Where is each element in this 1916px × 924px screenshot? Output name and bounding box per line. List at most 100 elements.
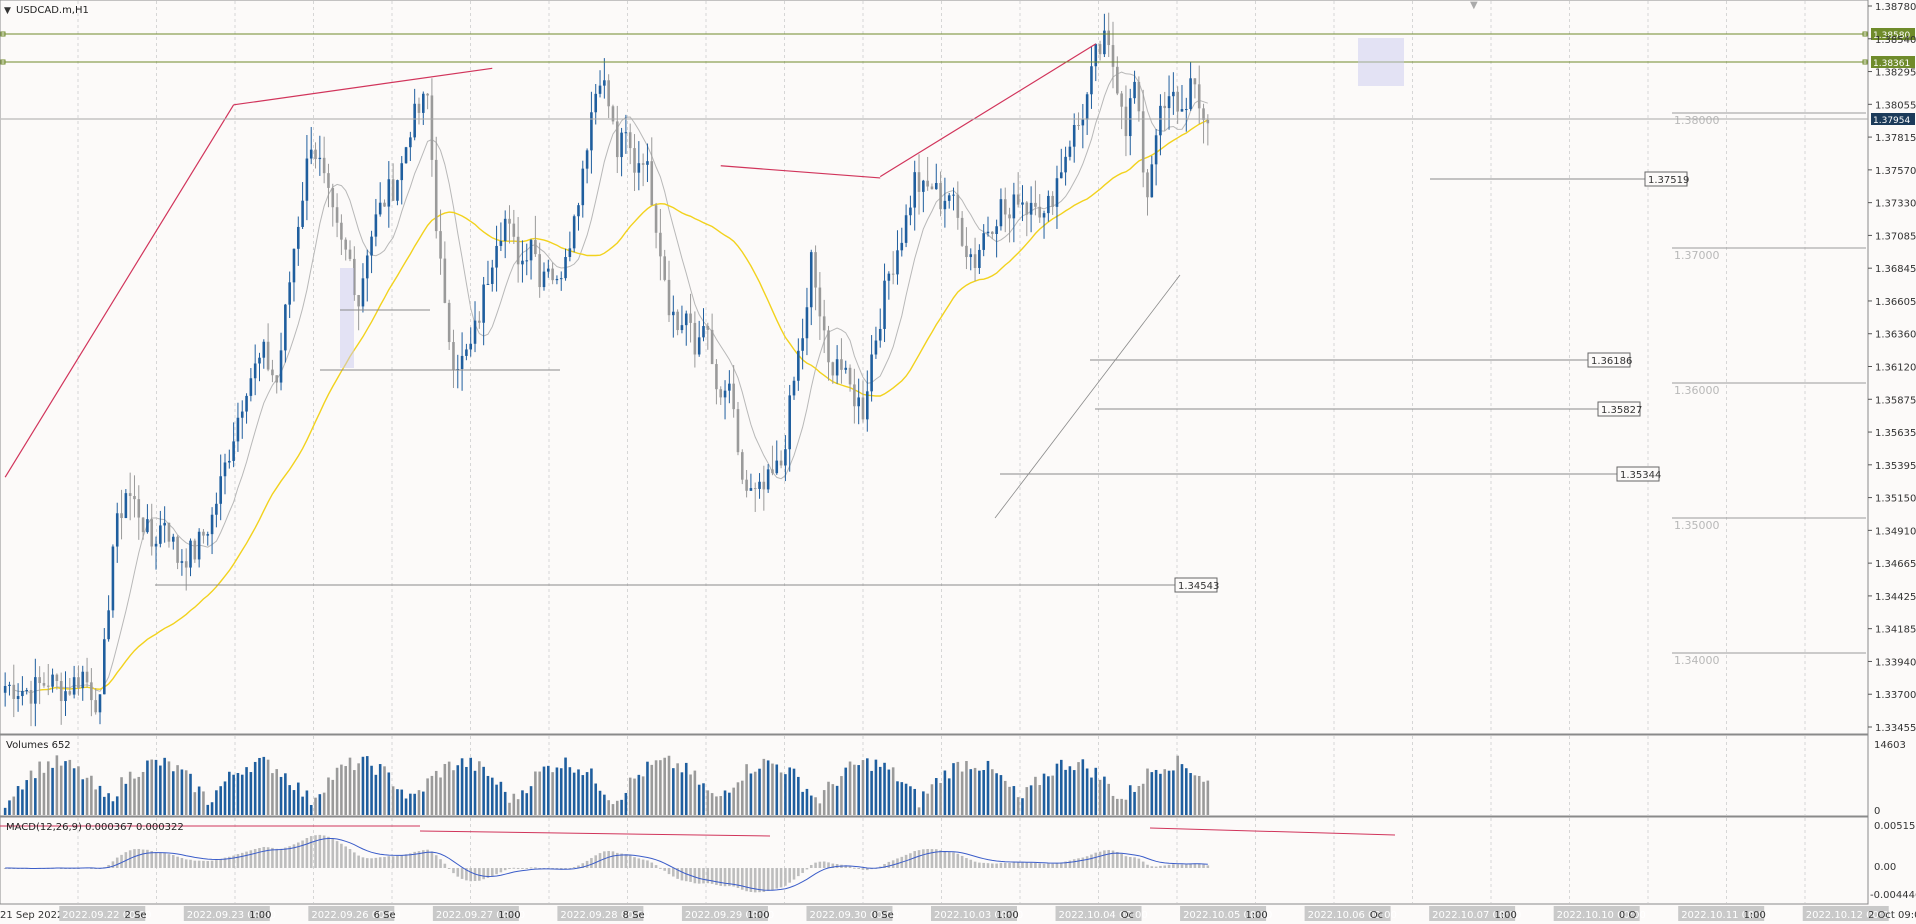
candle-body — [55, 674, 59, 682]
volume-bar — [607, 800, 610, 815]
candle-body — [1029, 202, 1033, 215]
candle-body — [758, 481, 761, 489]
candle-body — [723, 390, 727, 398]
candle-body — [374, 214, 378, 237]
volume-bar — [370, 765, 373, 815]
candle-body — [1197, 84, 1201, 109]
volume-bar — [107, 793, 110, 815]
volume-bar — [219, 786, 222, 815]
volume-bar — [154, 759, 158, 815]
volume-bar — [72, 768, 76, 815]
volume-bar — [749, 773, 753, 815]
macd-histogram-bar — [331, 838, 335, 868]
volume-bar — [878, 766, 882, 815]
macd-histogram-bar — [137, 848, 141, 868]
candle-body — [495, 245, 498, 268]
volume-bar — [956, 761, 960, 815]
volume-bar — [495, 784, 498, 815]
volume-bar — [1111, 795, 1115, 815]
candle-body — [878, 328, 882, 341]
candle-body — [171, 536, 175, 542]
price-tick-label: 1.36360 — [1875, 330, 1916, 341]
price-tick-label: 1.36120 — [1875, 363, 1916, 374]
trading-chart[interactable]: 1.38000 1.37000 1.36000 1.35000 1.34000 1.38… — [0, 0, 1916, 924]
macd-histogram-bar — [654, 865, 658, 868]
volume-bar — [55, 755, 59, 815]
macd-histogram-bar — [150, 851, 154, 868]
candle-body — [1077, 124, 1080, 126]
time-tick-label: 2 Se — [125, 910, 147, 921]
volume-bar — [805, 788, 809, 815]
volume-bar — [654, 760, 658, 815]
volume-bar — [223, 781, 227, 815]
candle-body — [370, 236, 373, 256]
candle-body — [361, 278, 365, 307]
price-tick-label: 1.37570 — [1875, 166, 1916, 177]
candle-body — [728, 383, 731, 391]
scroll-marker-icon[interactable]: ▼ — [1470, 0, 1478, 11]
volume-bar — [64, 761, 67, 815]
candle-body — [232, 441, 235, 461]
candle-body — [236, 417, 240, 442]
volume-bar — [909, 786, 912, 815]
candle-body — [111, 546, 115, 611]
macd-histogram-bar — [818, 861, 822, 868]
macd-histogram-bar — [917, 850, 921, 868]
volume-bar — [275, 769, 279, 815]
macd-histogram-bar — [792, 868, 796, 880]
candle-body — [215, 503, 218, 515]
candle-body — [547, 268, 550, 272]
candle-body — [275, 375, 279, 383]
volume-bar — [197, 786, 201, 815]
volume-bar — [758, 768, 761, 815]
candle-body — [564, 257, 567, 279]
volume-bar — [900, 782, 904, 815]
candle-body — [943, 200, 947, 210]
macd-histogram-bar — [1081, 857, 1085, 868]
macd-histogram-bar — [947, 851, 951, 868]
macd-histogram-bar — [1133, 857, 1136, 868]
price-tick-label: 1.38295 — [1875, 68, 1916, 79]
candle-body — [960, 217, 964, 246]
candle-body — [124, 493, 128, 519]
macd-histogram-bar — [1167, 864, 1171, 868]
chart-menu-arrow-icon[interactable]: ▼ — [4, 6, 11, 16]
volume-bar — [844, 767, 848, 815]
candle-body — [400, 163, 404, 181]
volume-bar — [1193, 775, 1197, 815]
volume-bar — [1016, 797, 1020, 815]
macd-histogram-bar — [348, 849, 352, 868]
volume-bar — [585, 772, 589, 815]
volume-bar — [396, 789, 399, 815]
volume-bar — [111, 801, 115, 815]
volume-bar — [1146, 768, 1149, 815]
macd-histogram-bar — [775, 868, 779, 889]
macd-label: MACD(12,26,9) 0.000367 0.000322 — [6, 822, 184, 833]
macd-histogram-bar — [120, 854, 123, 868]
volume-bar — [115, 796, 119, 815]
candle-body — [559, 278, 563, 280]
volume-bar — [577, 769, 580, 815]
volume-bar — [391, 786, 395, 815]
volume-bar — [240, 774, 244, 815]
macd-histogram-bar — [1021, 862, 1024, 868]
macd-histogram-bar — [279, 848, 283, 868]
volume-bar — [1176, 755, 1179, 815]
candle-body — [1072, 124, 1076, 147]
candle-body — [266, 341, 270, 370]
level-tag-label: 1.37954 — [1873, 116, 1910, 126]
macd-histogram-bar — [327, 836, 330, 868]
volume-bar — [1098, 779, 1102, 815]
volume-bar — [542, 766, 546, 815]
macd-histogram-bar — [180, 858, 184, 868]
candle-body — [913, 172, 917, 208]
volume-bar — [1103, 776, 1106, 815]
volume-bar — [702, 783, 705, 815]
volume-bar — [572, 772, 576, 815]
candle-body — [991, 231, 994, 235]
volume-bar — [672, 768, 675, 815]
volume-bar — [788, 767, 791, 815]
time-tick-label: 1:00 — [996, 910, 1018, 921]
macd-histogram-bar — [680, 868, 684, 881]
volume-bar — [314, 797, 317, 815]
